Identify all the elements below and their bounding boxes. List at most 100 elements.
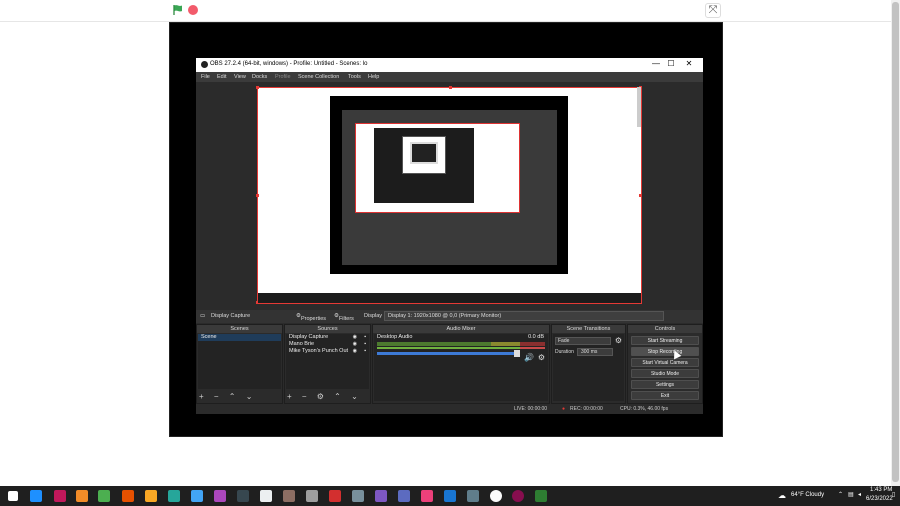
green-flag-icon[interactable] bbox=[172, 4, 184, 16]
network-icon[interactable]: ▤ bbox=[848, 491, 854, 498]
app-icon[interactable] bbox=[168, 490, 180, 502]
app-icon[interactable] bbox=[54, 490, 66, 502]
obs-window: OBS 27.2.4 (64-bit, windows) - Profile: … bbox=[196, 58, 703, 414]
preview-area[interactable] bbox=[196, 82, 703, 308]
source-item[interactable]: Display Capture ◉ ▪ bbox=[286, 334, 369, 341]
window-titlebar: OBS 27.2.4 (64-bit, windows) - Profile: … bbox=[196, 58, 703, 72]
app-icon[interactable] bbox=[512, 490, 524, 502]
resize-handle[interactable] bbox=[639, 194, 642, 197]
app-icon[interactable] bbox=[352, 490, 364, 502]
menu-file[interactable]: File bbox=[201, 74, 210, 80]
properties-button[interactable]: ⚙ Properties bbox=[296, 313, 326, 322]
menu-bar: File Edit View Docks Profile Scene Colle… bbox=[196, 72, 703, 82]
close-button[interactable]: ✕ bbox=[682, 59, 696, 68]
eye-icon[interactable]: ◉ bbox=[353, 348, 357, 355]
app-icon[interactable] bbox=[398, 490, 410, 502]
start-virtual-camera-button[interactable]: Start Virtual Camera bbox=[631, 358, 699, 367]
obs-icon[interactable] bbox=[490, 490, 502, 502]
volume-icon[interactable]: ◂ bbox=[858, 491, 861, 498]
menu-docks[interactable]: Docks bbox=[252, 74, 267, 80]
notification-icon[interactable]: ▯ bbox=[892, 491, 895, 498]
app-icon[interactable] bbox=[122, 490, 134, 502]
app-icon[interactable] bbox=[283, 490, 295, 502]
duration-label: Duration bbox=[555, 349, 574, 355]
scene-actions[interactable]: + − ⌃ ⌄ bbox=[199, 392, 256, 401]
display-label: Display bbox=[364, 313, 383, 319]
source-actions[interactable]: + − ⚙ ⌃ ⌄ bbox=[287, 392, 362, 401]
app-icon[interactable] bbox=[260, 490, 272, 502]
start-icon[interactable] bbox=[8, 491, 18, 501]
start-streaming-button[interactable]: Start Streaming bbox=[631, 336, 699, 345]
stop-icon[interactable] bbox=[188, 5, 198, 15]
page-scrollbar[interactable] bbox=[891, 0, 900, 486]
folder-icon[interactable] bbox=[145, 490, 157, 502]
duration-input[interactable]: 300 ms bbox=[577, 348, 613, 356]
clock-time[interactable]: 1:43 PM bbox=[870, 487, 892, 493]
steam-icon[interactable] bbox=[237, 490, 249, 502]
volume-handle[interactable] bbox=[514, 350, 520, 357]
menu-scene-collection[interactable]: Scene Collection bbox=[298, 74, 339, 80]
settings-button[interactable]: Settings bbox=[631, 380, 699, 389]
edge-icon[interactable] bbox=[30, 490, 42, 502]
stop-recording-button[interactable]: Stop Recording bbox=[631, 347, 699, 356]
resize-handle[interactable] bbox=[256, 86, 259, 89]
app-icon[interactable] bbox=[467, 490, 479, 502]
fullscreen-button[interactable]: ⤧ bbox=[705, 3, 721, 18]
captured-taskbar bbox=[258, 293, 641, 303]
gear-icon[interactable]: ⚙ bbox=[538, 353, 545, 362]
speaker-icon[interactable]: 🔊 bbox=[524, 353, 534, 362]
volume-slider[interactable] bbox=[377, 350, 520, 357]
menu-help[interactable]: Help bbox=[368, 74, 379, 80]
cpu-status: CPU: 0.3%, 46.00 fps bbox=[620, 406, 669, 412]
app-icon[interactable] bbox=[421, 490, 433, 502]
app-icon[interactable] bbox=[535, 490, 547, 502]
resize-handle[interactable] bbox=[449, 86, 452, 89]
eye-icon[interactable]: ◉ bbox=[353, 341, 357, 348]
mixer-channel: Desktop Audio 0.0 dB bbox=[374, 334, 548, 341]
firefox-icon[interactable] bbox=[76, 490, 88, 502]
source-item[interactable]: Mike Tyson's Punch Out ◉ ▪ bbox=[286, 348, 369, 355]
menu-tools[interactable]: Tools bbox=[348, 74, 361, 80]
display-select[interactable]: Display 1: 1920x1080 @ 0,0 (Primary Moni… bbox=[384, 311, 664, 321]
filters-label: Filters bbox=[338, 316, 354, 322]
transition-select[interactable]: Fade bbox=[555, 337, 611, 345]
app-icon[interactable] bbox=[329, 490, 341, 502]
minimize-button[interactable]: — bbox=[649, 59, 663, 68]
resize-handle[interactable] bbox=[256, 194, 259, 197]
app-icon[interactable] bbox=[375, 490, 387, 502]
exit-button[interactable]: Exit bbox=[631, 391, 699, 400]
lock-icon[interactable]: ▪ bbox=[364, 348, 366, 355]
studio-mode-button[interactable]: Studio Mode bbox=[631, 369, 699, 378]
maximize-button[interactable]: ☐ bbox=[664, 59, 678, 68]
app-icon[interactable] bbox=[214, 490, 226, 502]
chrome-icon[interactable] bbox=[98, 490, 110, 502]
scenes-list: Scene bbox=[198, 334, 281, 389]
preview-scrollbar[interactable] bbox=[637, 87, 641, 127]
menu-view[interactable]: View bbox=[234, 74, 246, 80]
scrollbar-thumb[interactable] bbox=[892, 2, 899, 482]
eye-icon[interactable]: ◉ bbox=[353, 334, 357, 341]
app-icon[interactable] bbox=[191, 490, 203, 502]
filters-button[interactable]: ⚙ Filters bbox=[334, 313, 354, 322]
weather-text[interactable]: 64°F Cloudy bbox=[791, 492, 824, 498]
lock-icon[interactable]: ▪ bbox=[364, 334, 366, 341]
preview-canvas[interactable] bbox=[256, 86, 642, 304]
menu-edit[interactable]: Edit bbox=[217, 74, 226, 80]
lock-icon[interactable]: ▪ bbox=[364, 341, 366, 348]
mixer-body: Desktop Audio 0.0 dB 🔊 ⚙ bbox=[374, 334, 548, 401]
windows-taskbar: ☁ 64°F Cloudy ⌃ ▤ ◂ 1:43 PM 6/23/2022 ▯ bbox=[0, 486, 900, 506]
gear-icon[interactable]: ⚙ bbox=[615, 336, 622, 345]
transitions-title: Scene Transitions bbox=[552, 325, 625, 333]
obs-logo-icon bbox=[201, 61, 208, 68]
menu-profile[interactable]: Profile bbox=[275, 74, 291, 80]
channel-name: Desktop Audio bbox=[377, 334, 413, 340]
clock-date[interactable]: 6/23/2022 bbox=[866, 496, 893, 502]
tray-chevron-icon[interactable]: ⌃ bbox=[838, 491, 843, 498]
level-meter bbox=[377, 342, 545, 346]
app-icon[interactable] bbox=[306, 490, 318, 502]
transitions-body: Fade ⚙ Duration 300 ms bbox=[553, 334, 624, 401]
channel-level: 0.0 dB bbox=[528, 334, 544, 340]
source-item[interactable]: Mano Brie ◉ ▪ bbox=[286, 341, 369, 348]
app-icon[interactable] bbox=[444, 490, 456, 502]
scene-item[interactable]: Scene bbox=[198, 334, 281, 341]
